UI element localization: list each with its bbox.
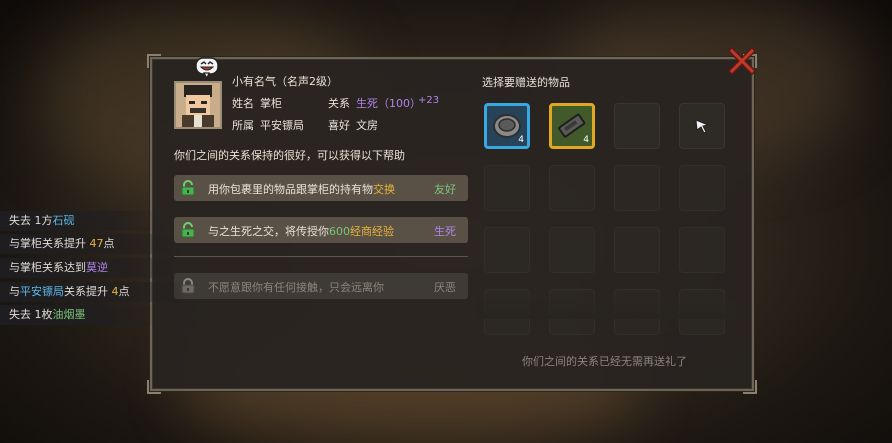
item-count: 4 <box>518 135 524 145</box>
log-highlight: 石砚 <box>52 214 75 227</box>
log-text: 与掌柜关系提升 <box>9 237 90 250</box>
benefit-amount: 600 <box>329 225 350 238</box>
npc-hobby: 文房 <box>356 119 378 132</box>
gift-slot-empty[interactable] <box>614 103 660 149</box>
npc-fame-title: 小有名气（名声2级） <box>232 75 338 88</box>
log-entry: 与平安镖局关系提升 4点 <box>0 282 189 302</box>
gift-slot-empty[interactable] <box>679 165 725 211</box>
gift-slot-empty[interactable] <box>484 165 530 211</box>
close-icon[interactable] <box>728 47 756 75</box>
log-text: 与掌柜关系达到 <box>9 261 86 274</box>
gift-slot-empty[interactable] <box>549 227 595 273</box>
shopkeeper-portrait-icon <box>176 83 220 127</box>
benefit-tag: 友好 <box>434 183 456 196</box>
gift-slot-empty[interactable] <box>679 227 725 273</box>
benefit-row-experience[interactable]: 与之生死之交，将传授你600经商经验 生死 <box>174 217 468 243</box>
benefit-row-avoid[interactable]: 不愿意跟你有任何接触，只会远离你 厌恶 <box>174 273 468 299</box>
log-highlight: 47 <box>89 237 104 250</box>
hobby-label: 喜好 <box>328 119 350 132</box>
log-highlight: 莫逆 <box>86 261 108 274</box>
log-highlight: 4 <box>111 285 119 298</box>
log-text: 失去 1枚 <box>9 308 53 321</box>
benefit-text: 与之生死之交，将传授你 <box>208 225 329 238</box>
gift-status: 你们之间的关系已经无需再送礼了 <box>522 355 687 368</box>
log-highlight: 油烟墨 <box>52 308 86 321</box>
gift-slot-empty[interactable] <box>614 165 660 211</box>
benefit-text: 不愿意跟你有任何接触，只会远离你 <box>208 281 384 294</box>
log-text: 点 <box>118 285 130 298</box>
unlocked-padlock-icon <box>181 180 195 196</box>
gift-slot-empty[interactable] <box>484 227 530 273</box>
log-text: 关系提升 <box>64 285 112 298</box>
log-text: 失去 1方 <box>9 214 53 227</box>
benefit-highlight: 交换 <box>373 183 395 196</box>
item-count: 4 <box>583 135 589 145</box>
avatar <box>174 81 222 129</box>
npc-relation-panel: 小有名气（名声2级） 姓名 掌柜 关系 生死（100） +23 所属 平安镖局 … <box>147 54 757 394</box>
log-entry: 失去 1枚油烟墨 <box>0 305 159 325</box>
relation-value: 生死（100） <box>356 97 421 110</box>
log-text: 与 <box>9 285 20 298</box>
benefit-highlight: 经商经验 <box>350 225 394 238</box>
benefit-row-trade[interactable]: 用你包裹里的物品跟掌柜的持有物交换 友好 <box>174 175 468 201</box>
frame-corner <box>147 54 161 68</box>
npc-affiliation: 平安镖局 <box>260 119 304 132</box>
frame-corner <box>147 380 161 394</box>
unlocked-padlock-icon <box>181 222 195 238</box>
gift-title: 选择要赠送的物品 <box>482 76 570 89</box>
log-highlight: 平安镖局 <box>20 285 64 298</box>
gift-slot-empty[interactable] <box>549 165 595 211</box>
log-entry: 与掌柜关系提升 47点 <box>0 234 179 254</box>
benefit-intro: 你们之间的关系保持的很好，可以获得以下帮助 <box>174 149 405 162</box>
gift-slot-inkstick[interactable]: 4 <box>549 103 595 149</box>
cursor-arrow-icon <box>695 119 710 134</box>
benefit-text: 用你包裹里的物品跟掌柜的持有物 <box>208 183 373 196</box>
benefit-tag: 厌恶 <box>434 281 456 294</box>
gift-slot-empty[interactable] <box>614 227 660 273</box>
benefit-tag: 生死 <box>434 225 456 238</box>
log-entry: 失去 1方石砚 <box>0 211 159 231</box>
gift-slot-inkstone[interactable]: 4 <box>484 103 530 149</box>
grid-fade-overlay <box>477 289 737 319</box>
frame-corner <box>743 380 757 394</box>
happy-emote-icon <box>195 57 219 79</box>
name-label: 姓名 <box>232 97 254 110</box>
relation-bonus: +23 <box>418 95 440 106</box>
npc-name: 掌柜 <box>260 97 282 110</box>
log-text: 点 <box>103 237 115 250</box>
divider <box>174 256 468 257</box>
log-entry: 与掌柜关系达到莫逆 <box>0 258 179 278</box>
gift-slot-empty[interactable] <box>679 103 725 149</box>
affiliation-label: 所属 <box>232 119 254 132</box>
relation-label: 关系 <box>328 97 350 110</box>
